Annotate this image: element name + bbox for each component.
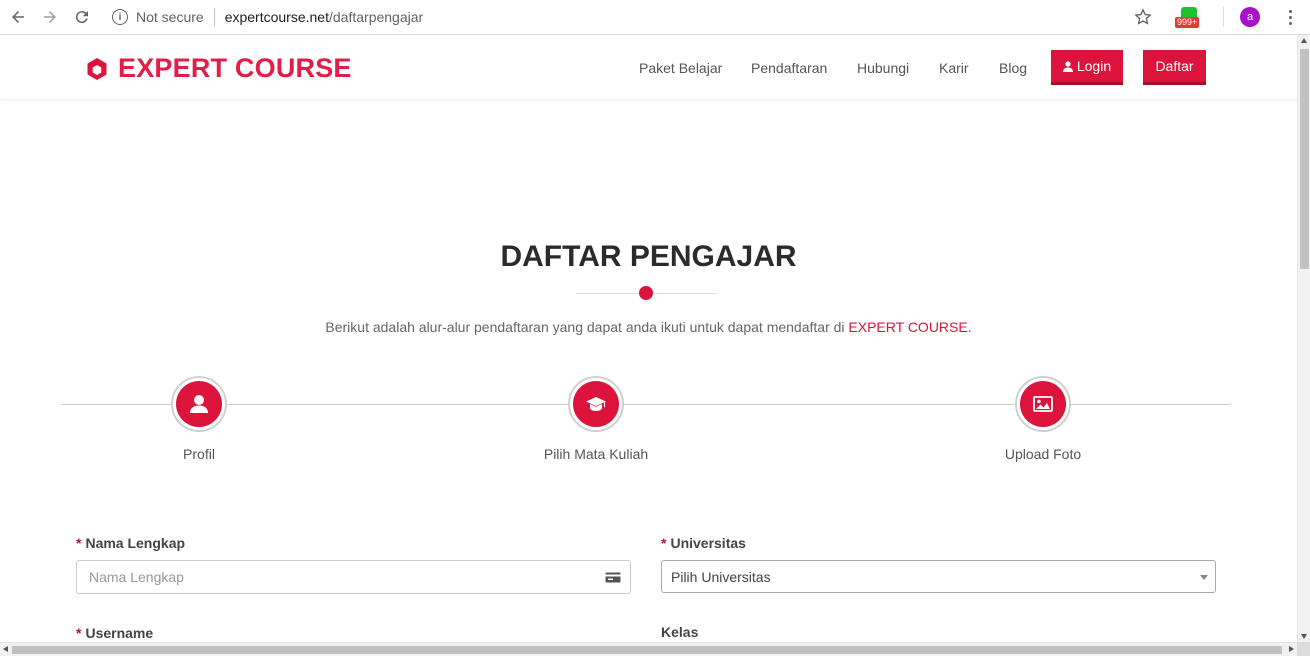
required-mark: * [76,535,82,551]
university-label-text: Universitas [670,535,746,551]
step-profil[interactable]: Profil [99,376,299,462]
back-icon[interactable] [5,4,31,30]
step-circle [1015,376,1071,432]
nav-karir[interactable]: Karir [939,60,969,76]
bookmark-star-icon[interactable] [1133,7,1153,27]
step-upload-foto[interactable]: Upload Foto [943,376,1143,462]
register-label: Daftar [1155,58,1194,74]
horizontal-scroll-thumb[interactable] [12,646,1282,654]
full-name-label-text: Nama Lengkap [85,535,186,551]
subtitle-suffix: . [967,319,972,335]
site-header: EXPERT COURSE Paket Belajar Pendaftaran … [0,35,1297,100]
scroll-right-icon[interactable] [1289,646,1294,652]
nav-hubungi[interactable]: Hubungi [857,60,909,76]
nav-pendaftaran[interactable]: Pendaftaran [751,60,827,76]
login-label: Login [1076,58,1112,74]
full-name-placeholder: Nama Lengkap [89,569,184,585]
university-select[interactable]: Pilih Universitas [661,560,1216,593]
scroll-up-icon[interactable] [1301,38,1307,43]
login-button[interactable]: Login [1051,50,1123,85]
step-label: Pilih Mata Kuliah [543,446,649,462]
address-bar[interactable]: i Not secure expertcourse.net /daftarpen… [112,5,423,29]
full-name-input[interactable]: Nama Lengkap [76,560,631,594]
chevron-down-icon [1200,575,1208,580]
required-mark: * [76,625,82,641]
info-icon[interactable]: i [112,9,128,25]
step-circle [171,376,227,432]
scrollbar-corner [1297,642,1310,656]
nav-blog[interactable]: Blog [999,60,1027,76]
horizontal-scrollbar[interactable] [0,642,1297,656]
username-label-text: Username [85,625,154,641]
subtitle-text: Berikut adalah alur-alur pendaftaran yan… [325,319,849,335]
browser-toolbar: i Not secure expertcourse.net /daftarpen… [0,0,1310,35]
main-nav: Paket Belajar Pendaftaran Hubungi Karir … [0,35,1297,100]
vertical-scroll-thumb[interactable] [1300,49,1309,269]
vertical-scrollbar[interactable] [1297,35,1310,642]
profile-avatar[interactable]: a [1240,7,1260,27]
step-pilih-mata-kuliah[interactable]: Pilih Mata Kuliah [496,376,696,462]
university-selected: Pilih Universitas [671,568,771,585]
graduation-cap-icon [586,397,606,411]
forward-icon[interactable] [37,4,63,30]
full-name-label: * Nama Lengkap [76,535,185,551]
extension-badge: 999+ [1175,17,1200,28]
required-mark: * [661,535,667,551]
url-path: /daftarpengajar [329,9,424,25]
address-separator [213,8,215,26]
extension-button[interactable]: 999+ [1175,5,1203,29]
subtitle-brand: EXPERT COURSE [848,319,968,335]
page-subtitle: Berikut adalah alur-alur pendaftaran yan… [0,319,1297,335]
step-circle [568,376,624,432]
step-label: Upload Foto [1004,446,1082,462]
step-label: Profil [183,446,215,462]
class-label: Kelas [661,624,699,640]
username-label: * Username [76,625,153,641]
url-host: expertcourse.net [224,9,329,25]
title-divider-dot [639,286,653,300]
page-title: DAFTAR PENGAJAR [500,240,797,273]
university-label: * Universitas [661,535,746,551]
id-card-icon [605,572,621,583]
user-icon [1062,60,1073,72]
security-label: Not secure [136,9,204,25]
image-icon [1033,396,1053,412]
scroll-down-icon[interactable] [1301,634,1307,639]
register-button[interactable]: Daftar [1143,50,1206,85]
user-icon [190,395,208,413]
scroll-left-icon[interactable] [3,646,8,652]
menu-kebab-icon[interactable] [1282,7,1298,27]
nav-paket-belajar[interactable]: Paket Belajar [639,60,722,76]
toolbar-divider [1223,7,1224,27]
reload-icon[interactable] [69,4,95,30]
